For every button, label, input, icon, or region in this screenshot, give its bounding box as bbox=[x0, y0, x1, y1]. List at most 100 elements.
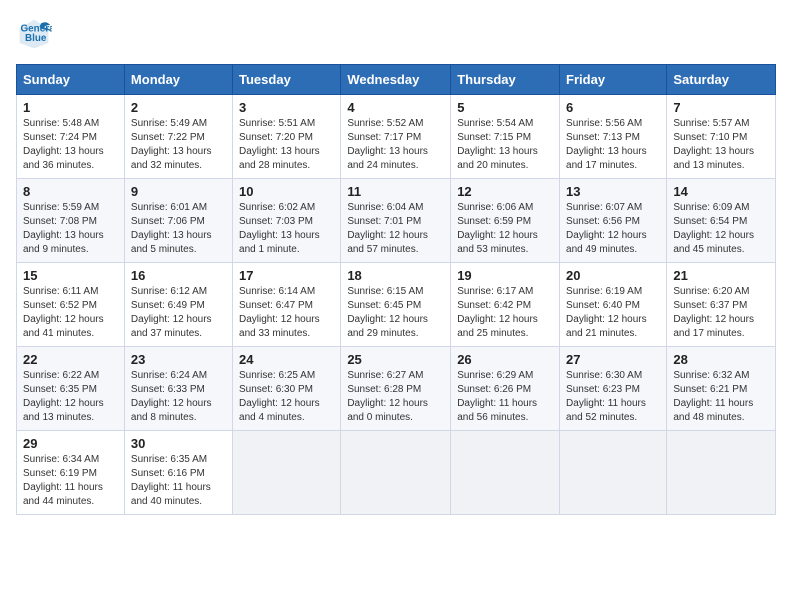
day-number: 21 bbox=[673, 268, 769, 283]
day-number: 28 bbox=[673, 352, 769, 367]
day-number: 5 bbox=[457, 100, 553, 115]
calendar-cell: 24 Sunrise: 6:25 AMSunset: 6:30 PMDayligh… bbox=[233, 347, 341, 431]
day-number: 25 bbox=[347, 352, 444, 367]
day-number: 16 bbox=[131, 268, 226, 283]
calendar-cell bbox=[341, 431, 451, 515]
calendar-cell: 8 Sunrise: 5:59 AMSunset: 7:08 PMDaylight… bbox=[17, 179, 125, 263]
week-row-5: 29 Sunrise: 6:34 AMSunset: 6:19 PMDayligh… bbox=[17, 431, 776, 515]
day-content: Sunrise: 6:06 AMSunset: 6:59 PMDaylight:… bbox=[457, 201, 553, 257]
day-number: 4 bbox=[347, 100, 444, 115]
day-number: 3 bbox=[239, 100, 334, 115]
calendar-cell: 21 Sunrise: 6:20 AMSunset: 6:37 PMDayligh… bbox=[667, 263, 776, 347]
calendar-cell: 27Sunrise: 6:30 AMSunset: 6:23 PMDayligh… bbox=[560, 347, 667, 431]
day-number: 17 bbox=[239, 268, 334, 283]
day-content: Sunrise: 6:25 AMSunset: 6:30 PMDaylight:… bbox=[239, 369, 334, 425]
calendar-cell: 14 Sunrise: 6:09 AMSunset: 6:54 PMDayligh… bbox=[667, 179, 776, 263]
day-content: Sunrise: 6:30 AMSunset: 6:23 PMDaylight:… bbox=[566, 369, 660, 425]
day-content: Sunrise: 6:27 AMSunset: 6:28 PMDaylight:… bbox=[347, 369, 444, 425]
logo-icon: General Blue bbox=[16, 16, 52, 52]
day-number: 8 bbox=[23, 184, 118, 199]
calendar-header-row: SundayMondayTuesdayWednesdayThursdayFrid… bbox=[17, 65, 776, 95]
calendar-cell: 25 Sunrise: 6:27 AMSunset: 6:28 PMDayligh… bbox=[341, 347, 451, 431]
column-header-monday: Monday bbox=[124, 65, 232, 95]
day-content: Sunrise: 5:54 AMSunset: 7:15 PMDaylight:… bbox=[457, 117, 553, 173]
day-content: Sunrise: 6:07 AMSunset: 6:56 PMDaylight:… bbox=[566, 201, 660, 257]
day-number: 15 bbox=[23, 268, 118, 283]
column-header-tuesday: Tuesday bbox=[233, 65, 341, 95]
day-content: Sunrise: 6:04 AMSunset: 7:01 PMDaylight:… bbox=[347, 201, 444, 257]
column-header-thursday: Thursday bbox=[451, 65, 560, 95]
calendar-cell bbox=[560, 431, 667, 515]
column-header-friday: Friday bbox=[560, 65, 667, 95]
calendar-cell: 3Sunrise: 5:51 AMSunset: 7:20 PMDaylight… bbox=[233, 95, 341, 179]
column-header-sunday: Sunday bbox=[17, 65, 125, 95]
calendar-cell: 20 Sunrise: 6:19 AMSunset: 6:40 PMDayligh… bbox=[560, 263, 667, 347]
calendar-cell: 15 Sunrise: 6:11 AMSunset: 6:52 PMDayligh… bbox=[17, 263, 125, 347]
day-content: Sunrise: 5:52 AMSunset: 7:17 PMDaylight:… bbox=[347, 117, 444, 173]
day-content: Sunrise: 5:59 AMSunset: 7:08 PMDaylight:… bbox=[23, 201, 118, 257]
day-number: 19 bbox=[457, 268, 553, 283]
calendar-cell: 28 Sunrise: 6:32 AMSunset: 6:21 PMDayligh… bbox=[667, 347, 776, 431]
week-row-2: 8 Sunrise: 5:59 AMSunset: 7:08 PMDaylight… bbox=[17, 179, 776, 263]
day-content: Sunrise: 5:49 AMSunset: 7:22 PMDaylight:… bbox=[131, 117, 226, 173]
day-content: Sunrise: 6:19 AMSunset: 6:40 PMDaylight:… bbox=[566, 285, 660, 341]
week-row-4: 22 Sunrise: 6:22 AMSunset: 6:35 PMDayligh… bbox=[17, 347, 776, 431]
day-content: Sunrise: 6:11 AMSunset: 6:52 PMDaylight:… bbox=[23, 285, 118, 341]
day-number: 26 bbox=[457, 352, 553, 367]
day-number: 20 bbox=[566, 268, 660, 283]
day-content: Sunrise: 6:15 AMSunset: 6:45 PMDaylight:… bbox=[347, 285, 444, 341]
day-number: 24 bbox=[239, 352, 334, 367]
calendar-cell bbox=[667, 431, 776, 515]
day-number: 10 bbox=[239, 184, 334, 199]
logo: General Blue bbox=[16, 16, 58, 52]
day-content: Sunrise: 6:29 AMSunset: 6:26 PMDaylight:… bbox=[457, 369, 553, 425]
day-number: 2 bbox=[131, 100, 226, 115]
calendar-cell: 11 Sunrise: 6:04 AMSunset: 7:01 PMDayligh… bbox=[341, 179, 451, 263]
calendar-cell: 18 Sunrise: 6:15 AMSunset: 6:45 PMDayligh… bbox=[341, 263, 451, 347]
day-content: Sunrise: 6:02 AMSunset: 7:03 PMDaylight:… bbox=[239, 201, 334, 257]
calendar-cell bbox=[233, 431, 341, 515]
calendar-cell: 4 Sunrise: 5:52 AMSunset: 7:17 PMDaylight… bbox=[341, 95, 451, 179]
calendar-table: SundayMondayTuesdayWednesdayThursdayFrid… bbox=[16, 64, 776, 515]
day-content: Sunrise: 6:01 AMSunset: 7:06 PMDaylight:… bbox=[131, 201, 226, 257]
day-content: Sunrise: 6:35 AMSunset: 6:16 PMDaylight:… bbox=[131, 453, 226, 509]
day-number: 1 bbox=[23, 100, 118, 115]
svg-text:Blue: Blue bbox=[25, 33, 47, 44]
day-number: 7 bbox=[673, 100, 769, 115]
calendar-cell: 13Sunrise: 6:07 AMSunset: 6:56 PMDayligh… bbox=[560, 179, 667, 263]
day-content: Sunrise: 6:17 AMSunset: 6:42 PMDaylight:… bbox=[457, 285, 553, 341]
calendar-cell: 26 Sunrise: 6:29 AMSunset: 6:26 PMDayligh… bbox=[451, 347, 560, 431]
calendar-cell: 29 Sunrise: 6:34 AMSunset: 6:19 PMDayligh… bbox=[17, 431, 125, 515]
day-content: Sunrise: 6:32 AMSunset: 6:21 PMDaylight:… bbox=[673, 369, 769, 425]
day-number: 29 bbox=[23, 436, 118, 451]
week-row-1: 1Sunrise: 5:48 AMSunset: 7:24 PMDaylight… bbox=[17, 95, 776, 179]
calendar-cell: 6 Sunrise: 5:56 AMSunset: 7:13 PMDaylight… bbox=[560, 95, 667, 179]
day-content: Sunrise: 6:20 AMSunset: 6:37 PMDaylight:… bbox=[673, 285, 769, 341]
day-number: 6 bbox=[566, 100, 660, 115]
column-header-wednesday: Wednesday bbox=[341, 65, 451, 95]
calendar-cell: 19 Sunrise: 6:17 AMSunset: 6:42 PMDayligh… bbox=[451, 263, 560, 347]
calendar-cell: 9 Sunrise: 6:01 AMSunset: 7:06 PMDaylight… bbox=[124, 179, 232, 263]
calendar-cell: 17 Sunrise: 6:14 AMSunset: 6:47 PMDayligh… bbox=[233, 263, 341, 347]
day-content: Sunrise: 6:14 AMSunset: 6:47 PMDaylight:… bbox=[239, 285, 334, 341]
day-number: 12 bbox=[457, 184, 553, 199]
day-number: 18 bbox=[347, 268, 444, 283]
calendar-cell: 30 Sunrise: 6:35 AMSunset: 6:16 PMDayligh… bbox=[124, 431, 232, 515]
calendar-cell: 10 Sunrise: 6:02 AMSunset: 7:03 PMDayligh… bbox=[233, 179, 341, 263]
day-number: 23 bbox=[131, 352, 226, 367]
day-number: 9 bbox=[131, 184, 226, 199]
day-number: 14 bbox=[673, 184, 769, 199]
day-content: Sunrise: 6:22 AMSunset: 6:35 PMDaylight:… bbox=[23, 369, 118, 425]
day-number: 30 bbox=[131, 436, 226, 451]
day-content: Sunrise: 6:34 AMSunset: 6:19 PMDaylight:… bbox=[23, 453, 118, 509]
day-content: Sunrise: 6:24 AMSunset: 6:33 PMDaylight:… bbox=[131, 369, 226, 425]
day-content: Sunrise: 6:12 AMSunset: 6:49 PMDaylight:… bbox=[131, 285, 226, 341]
calendar-cell: 22 Sunrise: 6:22 AMSunset: 6:35 PMDayligh… bbox=[17, 347, 125, 431]
calendar-cell: 2 Sunrise: 5:49 AMSunset: 7:22 PMDaylight… bbox=[124, 95, 232, 179]
day-content: Sunrise: 6:09 AMSunset: 6:54 PMDaylight:… bbox=[673, 201, 769, 257]
day-number: 22 bbox=[23, 352, 118, 367]
day-number: 11 bbox=[347, 184, 444, 199]
day-content: Sunrise: 5:56 AMSunset: 7:13 PMDaylight:… bbox=[566, 117, 660, 173]
calendar-cell: 1Sunrise: 5:48 AMSunset: 7:24 PMDaylight… bbox=[17, 95, 125, 179]
calendar-cell: 7Sunrise: 5:57 AMSunset: 7:10 PMDaylight… bbox=[667, 95, 776, 179]
